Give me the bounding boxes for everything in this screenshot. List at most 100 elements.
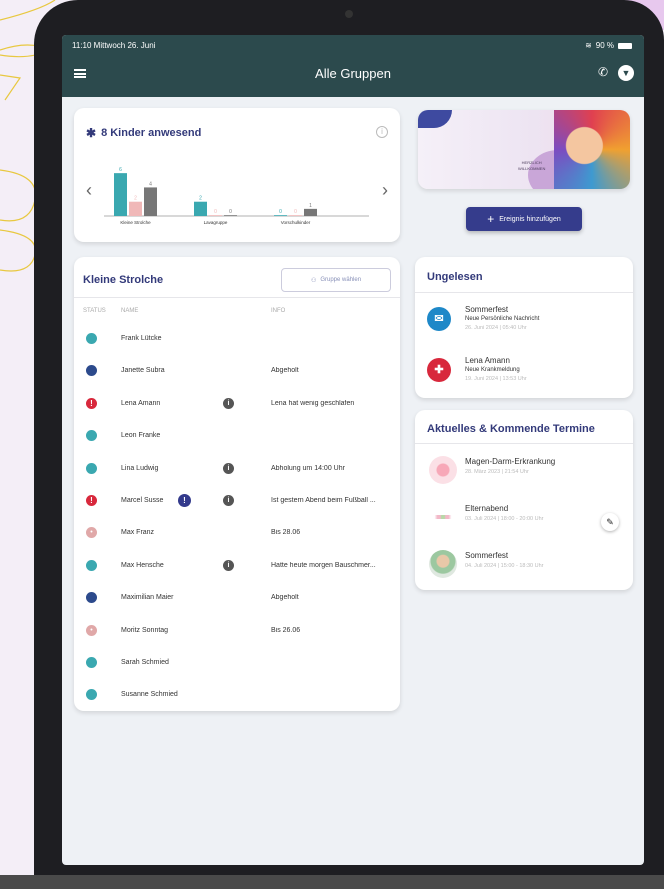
divider <box>415 292 633 293</box>
child-name: Marcel Susse <box>121 496 164 504</box>
message-date: 26. Juni 2024 | 05:40 Uhr <box>465 325 527 331</box>
child-name: Maximilian Maier <box>121 594 174 602</box>
group-rows: Frank Lütcke Janette Subra Abgeholt! Lena A… <box>74 323 400 712</box>
welcome-banner[interactable]: HERZLICH WILLKOMMEN <box>418 110 630 189</box>
profile-icon[interactable]: ▼ <box>618 65 634 81</box>
status-time: 11:10 Mittwoch 26. Juni <box>72 41 156 50</box>
group-list-card: Kleine Strolche ⚇ Gruppe wählen STATUS N… <box>74 257 400 711</box>
chevron-left-icon[interactable]: ‹ <box>86 180 92 201</box>
child-info: Bis 28.06 <box>271 529 301 537</box>
banner-decoration <box>418 110 452 128</box>
info-icon[interactable]: i <box>223 462 234 474</box>
app-screen: 11:10 Mittwoch 26. Juni ≋ 90 % Alle Grup… <box>62 35 644 865</box>
table-row[interactable]: Susanne Schmied <box>74 679 400 711</box>
chart-category-label: Kleine Strolche <box>120 220 151 225</box>
table-row[interactable]: ! Marcel Susse! i Ist gestern Abend beim Fu… <box>74 485 400 517</box>
chevron-right-icon[interactable]: › <box>382 180 388 201</box>
child-name: Frank Lütcke <box>121 335 162 342</box>
table-row[interactable]: Sarah Schmied <box>74 647 400 679</box>
wifi-icon: ≋ <box>585 41 592 50</box>
unread-title: Ungelesen <box>427 271 483 283</box>
child-info: Bis 26.06 <box>271 626 301 634</box>
alert-badge-icon[interactable]: ! <box>178 493 191 507</box>
chart-bar <box>144 187 157 216</box>
child-name: Susanne Schmied <box>121 691 178 699</box>
table-row[interactable]: Lina Ludwig i Abholung um 14:00 Uhr <box>74 453 400 485</box>
child-name: Janette Subra <box>121 367 165 375</box>
child-info: Abgeholt <box>271 367 299 375</box>
chart-bar <box>304 208 317 216</box>
message-date: 19. Juni 2024 | 13:53 Uhr <box>465 376 527 382</box>
event-item[interactable]: Magen-Darm-Erkrankung 28. März 2023 | 21… <box>415 450 633 496</box>
plus-icon: + <box>487 212 495 226</box>
info-icon[interactable]: i <box>223 494 234 506</box>
event-item[interactable]: Sommerfest 04. Juli 2024 | 15:00 - 18:30… <box>415 544 633 590</box>
upcoming-events-card: Aktuelles & Kommende Termine Magen-Darm-… <box>415 410 633 590</box>
status-present-icon <box>86 462 97 474</box>
status-alert-icon: ! <box>86 494 97 506</box>
page-title: Alle Gruppen <box>315 66 391 81</box>
table-row[interactable]: ! Lena Amann i Lena hat wenig geschlafen <box>74 388 400 420</box>
person-edit-icon[interactable]: ✎ <box>601 513 619 531</box>
table-row[interactable]: Janette Subra Abgeholt <box>74 355 400 387</box>
info-icon[interactable]: i <box>223 559 234 571</box>
child-name: Sarah Schmied <box>121 658 169 666</box>
chart-data-label: 2 <box>199 196 202 202</box>
table-row[interactable]: • Moritz Sonntag Bis 26.06 <box>74 615 400 647</box>
chart-data-label: 0 <box>279 209 282 215</box>
chart-bar <box>129 201 142 216</box>
info-icon[interactable]: i <box>223 397 234 409</box>
message-subtitle: Neue Persönliche Nachricht <box>465 316 540 322</box>
group-select-button[interactable]: ⚇ Gruppe wählen <box>281 268 391 292</box>
chart-data-label: 0 <box>229 209 232 215</box>
event-item[interactable]: Elternabend 03. Juli 2024 | 18:00 - 20:0… <box>415 497 633 543</box>
child-info: Hatte heute morgen Bauschmer... <box>271 561 376 569</box>
column-header-name: NAME <box>121 308 139 314</box>
divider <box>74 297 400 298</box>
unread-message[interactable]: ✚ Lena Amann Neue Krankmeldung 19. Juni … <box>415 346 633 396</box>
event-date: 28. März 2023 | 21:54 Uhr <box>465 469 529 475</box>
camera-dot <box>345 10 353 18</box>
chart-data-label: 1 <box>309 203 312 209</box>
kids-present-card: ✱ 8 Kinder anwesend i ‹ › 6 2 4 Kleine Stro… <box>74 108 400 242</box>
child-info: Abholung um 14:00 Uhr <box>271 464 345 472</box>
child-name: Moritz Sonntag <box>121 626 169 634</box>
chart-bar <box>209 215 222 216</box>
status-absent-icon: • <box>86 527 97 539</box>
chart-data-label: 0 <box>214 209 217 215</box>
chart-category-label: Vorschulkinder <box>281 220 311 225</box>
table-row[interactable]: Leon Franke <box>74 420 400 452</box>
mail-icon: ✉ <box>427 307 451 331</box>
divider <box>415 443 633 444</box>
chart-bar <box>274 215 287 216</box>
phone-icon[interactable]: ✆ <box>598 65 608 79</box>
add-event-button[interactable]: + Ereignis hinzufügen <box>466 207 582 231</box>
unread-card: Ungelesen ✉ Sommerfest Neue Persönliche … <box>415 257 633 398</box>
message-title: Lena Amann <box>465 356 510 365</box>
table-row[interactable]: Frank Lütcke <box>74 323 400 355</box>
message-subtitle: Neue Krankmeldung <box>465 367 520 373</box>
table-row[interactable]: • Max Franz Bis 28.06 <box>74 517 400 549</box>
event-title: Magen-Darm-Erkrankung <box>465 457 556 466</box>
status-indicators: ≋ 90 % <box>585 41 632 50</box>
column-header-info: INFO <box>271 308 286 314</box>
group-title: Kleine Strolche <box>83 274 164 286</box>
event-thumbnail <box>429 503 457 531</box>
kids-present-title: ✱ 8 Kinder anwesend <box>86 126 202 140</box>
event-date: 04. Juli 2024 | 15:00 - 18:30 Uhr <box>465 563 544 569</box>
table-row[interactable]: Maximilian Maier Abgeholt <box>74 582 400 614</box>
child-info: Lena hat wenig geschlafen <box>271 399 355 407</box>
child-info: Ist gestern Abend beim Fußball ... <box>271 496 376 504</box>
child-name: Lena Amann <box>121 399 161 407</box>
status-picked-up-icon <box>86 365 97 377</box>
banner-text: HERZLICH WILLKOMMEN <box>518 160 546 171</box>
status-present-icon <box>86 559 97 571</box>
child-name: Max Franz <box>121 529 155 537</box>
info-icon[interactable]: i <box>376 126 388 138</box>
event-thumbnail <box>429 550 457 578</box>
unread-message[interactable]: ✉ Sommerfest Neue Persönliche Nachricht … <box>415 295 633 345</box>
table-row[interactable]: Max Hensche i Hatte heute morgen Bauschmer… <box>74 550 400 582</box>
event-thumbnail <box>429 456 457 484</box>
bottom-edge <box>0 875 664 889</box>
child-name: Lina Ludwig <box>121 464 159 472</box>
